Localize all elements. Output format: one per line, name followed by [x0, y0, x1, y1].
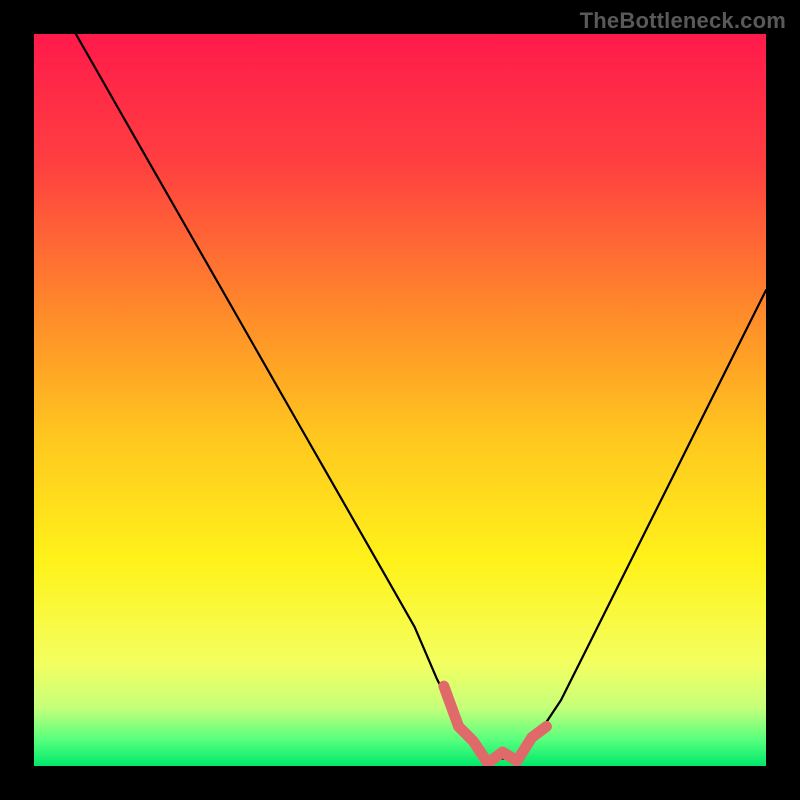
- gradient-background: [34, 34, 766, 766]
- chart-stage: TheBottleneck.com: [0, 0, 800, 800]
- bottleneck-curve-chart: [0, 0, 800, 800]
- attribution-label: TheBottleneck.com: [580, 8, 786, 34]
